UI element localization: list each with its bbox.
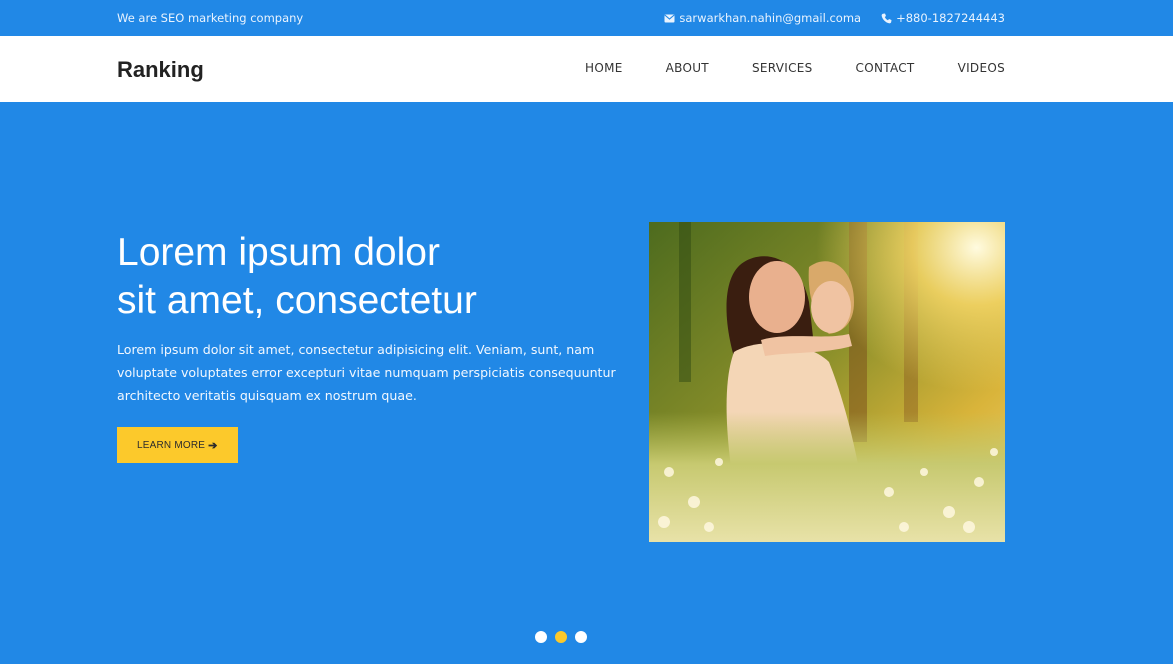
slider-dots	[535, 631, 587, 643]
nav-contact[interactable]: CONTACT	[856, 61, 915, 75]
nav-videos[interactable]: VIDEOS	[958, 61, 1005, 75]
hero-section: Lorem ipsum dolor sit amet, consectetur …	[0, 102, 1173, 664]
contact-info: sarwarkhan.nahin@gmail.coma +880-1827244…	[663, 11, 1005, 25]
arrow-right-icon: ➔	[208, 439, 218, 452]
nav-services[interactable]: SERVICES	[752, 61, 813, 75]
hero-title-line-2: sit amet, consectetur	[117, 279, 477, 322]
main-navbar: Ranking HOME ABOUT SERVICES CONTACT VIDE…	[0, 36, 1173, 102]
hero-photo	[649, 222, 1005, 542]
slider-dot-2[interactable]	[555, 631, 567, 643]
email-contact[interactable]: sarwarkhan.nahin@gmail.coma	[663, 11, 861, 25]
nav-home[interactable]: HOME	[585, 61, 623, 75]
top-info-bar: We are SEO marketing company sarwarkhan.…	[0, 0, 1173, 36]
slider-dot-1[interactable]	[535, 631, 547, 643]
envelope-icon	[663, 12, 675, 24]
learn-more-label: LEARN MORE	[137, 439, 206, 451]
phone-text[interactable]: +880-1827244443	[896, 11, 1005, 25]
learn-more-button[interactable]: LEARN MORE ➔	[117, 427, 238, 463]
hero-description: Lorem ipsum dolor sit amet, consectetur …	[117, 342, 616, 403]
phone-contact[interactable]: +880-1827244443	[880, 11, 1005, 25]
slider-dot-3[interactable]	[575, 631, 587, 643]
hero-title-line-1: Lorem ipsum dolor	[117, 231, 440, 274]
main-menu: HOME ABOUT SERVICES CONTACT VIDEOS	[585, 61, 1005, 75]
email-text[interactable]: sarwarkhan.nahin@gmail.coma	[679, 11, 861, 25]
hero-title: Lorem ipsum dolor sit amet, consectetur	[117, 229, 632, 325]
hero-content: Lorem ipsum dolor sit amet, consectetur …	[117, 229, 632, 463]
brand-logo[interactable]: Ranking	[117, 57, 204, 83]
nav-about[interactable]: ABOUT	[666, 61, 709, 75]
phone-icon	[880, 12, 892, 24]
company-tagline: We are SEO marketing company	[117, 11, 304, 25]
mother-daughter-photo	[649, 222, 1005, 542]
